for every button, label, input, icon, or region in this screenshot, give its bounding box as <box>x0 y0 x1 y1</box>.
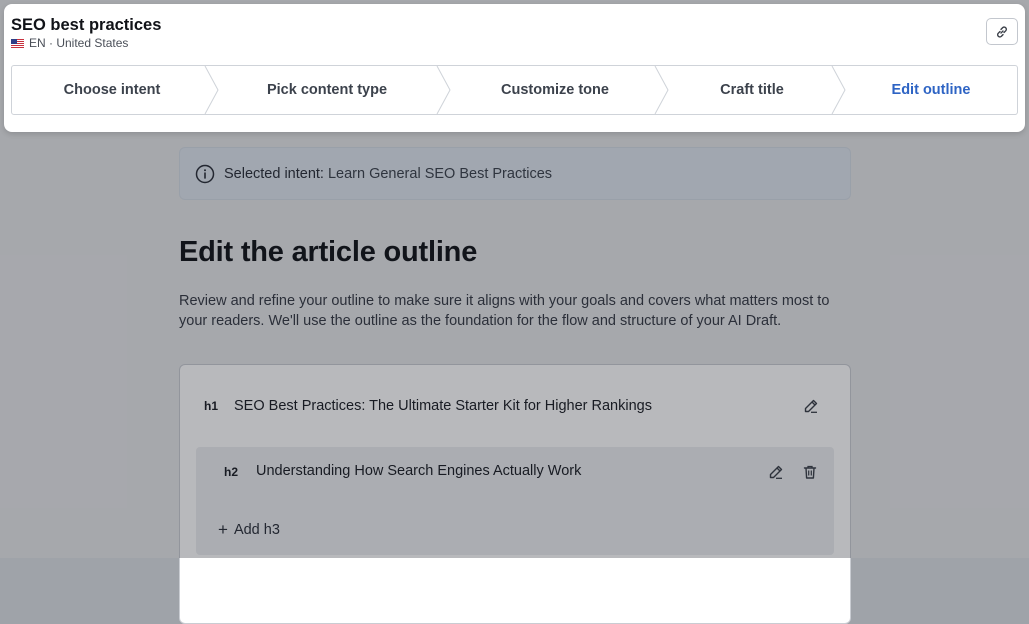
step-craft-title[interactable]: Craft title <box>668 66 836 114</box>
step-edit-outline[interactable]: Edit outline <box>845 66 1017 114</box>
step-label: Craft title <box>720 82 784 98</box>
step-label: Customize tone <box>501 82 609 98</box>
pencil-icon <box>769 465 783 479</box>
locale-info: EN · United States <box>11 36 128 50</box>
edit-h2-button[interactable] <box>764 460 788 484</box>
step-pick-content-type[interactable]: Pick content type <box>218 66 436 114</box>
wizard-steps: Choose intent Pick content type Customiz… <box>11 65 1018 115</box>
step-customize-tone[interactable]: Customize tone <box>450 66 660 114</box>
copy-link-button[interactable] <box>986 18 1018 45</box>
h2-tag: h2 <box>224 465 239 479</box>
wizard-header: SEO best practices EN · United States Ch… <box>4 4 1025 132</box>
pencil-icon <box>804 399 818 413</box>
add-h3-button[interactable]: + Add h3 <box>218 521 280 538</box>
edit-h1-button[interactable] <box>799 394 823 418</box>
selected-intent-alert: Selected intent: Learn General SEO Best … <box>179 147 851 200</box>
h1-tag: h1 <box>204 399 219 413</box>
link-icon <box>997 25 1007 38</box>
outline-card: h1 SEO Best Practices: The Ultimate Star… <box>179 364 851 624</box>
h1-text: SEO Best Practices: The Ultimate Starter… <box>234 398 652 414</box>
main-content: Selected intent: Learn General SEO Best … <box>179 147 851 624</box>
plus-icon: + <box>218 520 228 539</box>
page-heading: Edit the article outline <box>179 236 478 268</box>
page-description: Review and refine your outline to make s… <box>179 293 830 329</box>
outline-h2-row: h2 Understanding How Search Engines Actu… <box>196 459 834 485</box>
info-icon <box>195 164 215 183</box>
document-title: SEO best practices <box>11 16 162 34</box>
alert-label: Selected intent: <box>224 165 324 182</box>
locale-text: EN · United States <box>29 36 129 50</box>
step-label: Choose intent <box>63 82 161 98</box>
step-label: Pick content type <box>266 82 388 98</box>
outline-h2-block: h2 Understanding How Search Engines Actu… <box>196 447 834 555</box>
us-flag-icon <box>11 38 24 48</box>
outline-h1-row: h1 SEO Best Practices: The Ultimate Star… <box>180 391 850 421</box>
step-choose-intent[interactable]: Choose intent <box>12 66 212 114</box>
step-label: Edit outline <box>891 82 971 98</box>
h2-text: Understanding How Search Engines Actuall… <box>256 463 582 479</box>
alert-value: Learn General SEO Best Practices <box>327 165 553 182</box>
trash-icon <box>803 465 817 479</box>
add-h3-label: Add h3 <box>233 521 280 538</box>
delete-h2-button[interactable] <box>798 460 822 484</box>
